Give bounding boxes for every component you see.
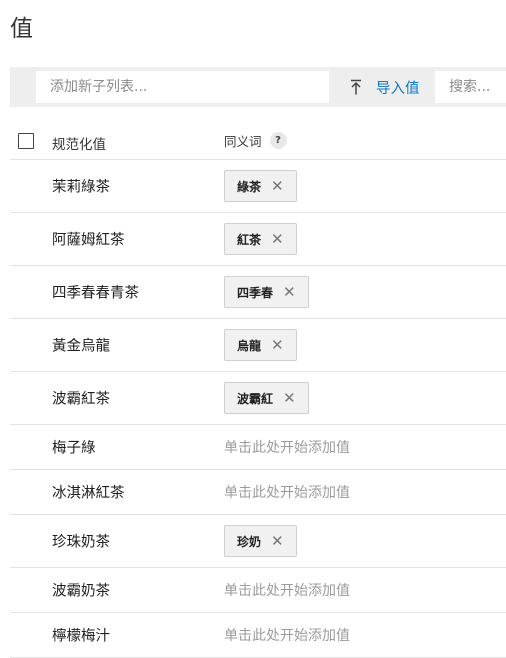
synonym-chip: 四季春 ✕ bbox=[224, 276, 309, 308]
table-header: 规范化值 同义词 ? bbox=[10, 123, 506, 160]
reference-value[interactable]: 檸檬梅汁 bbox=[52, 625, 110, 646]
page-title: 值 bbox=[10, 16, 33, 42]
synonyms-header: 同义词 ? bbox=[224, 131, 287, 150]
upload-arrow-icon bbox=[351, 79, 361, 95]
reference-value-header: 规范化值 bbox=[52, 137, 106, 153]
select-all-checkbox[interactable] bbox=[18, 133, 34, 149]
synonym-chip: 珍奶 ✕ bbox=[224, 525, 297, 557]
reference-value[interactable]: 黃金烏龍 bbox=[52, 335, 110, 356]
import-values-label: 导入值 bbox=[376, 80, 420, 97]
close-icon[interactable]: ✕ bbox=[271, 533, 284, 549]
table-row: 茉莉綠茶 綠茶 ✕ bbox=[10, 160, 506, 213]
toolbar: 导入值 bbox=[10, 67, 506, 107]
add-synonym-placeholder[interactable]: 单击此处开始添加值 bbox=[224, 580, 350, 600]
table-row: 珍珠奶茶 珍奶 ✕ bbox=[10, 515, 506, 568]
table-row: 梅子綠 单击此处开始添加值 bbox=[10, 425, 506, 470]
synonym-chip-label: 珍奶 bbox=[237, 534, 262, 549]
synonym-chip: 烏龍 ✕ bbox=[224, 329, 297, 361]
add-synonym-placeholder[interactable]: 单击此处开始添加值 bbox=[224, 482, 350, 502]
reference-value[interactable]: 波霸紅茶 bbox=[52, 388, 110, 409]
reference-value[interactable]: 梅子綠 bbox=[52, 437, 96, 458]
table-row: 波霸奶茶 单击此处开始添加值 bbox=[10, 568, 506, 613]
add-synonym-placeholder[interactable]: 单击此处开始添加值 bbox=[224, 625, 350, 645]
table-row: 阿薩姆紅茶 紅茶 ✕ bbox=[10, 213, 506, 266]
import-values-button[interactable]: 导入值 bbox=[350, 71, 420, 103]
close-icon[interactable]: ✕ bbox=[283, 390, 296, 406]
close-icon[interactable]: ✕ bbox=[271, 337, 284, 353]
reference-value[interactable]: 阿薩姆紅茶 bbox=[52, 229, 125, 250]
synonym-chip-label: 紅茶 bbox=[237, 232, 262, 247]
table-row: 黃金烏龍 烏龍 ✕ bbox=[10, 319, 506, 372]
synonyms-header-label: 同义词 bbox=[224, 134, 262, 149]
search-input[interactable] bbox=[435, 71, 506, 103]
table-row: 四季春春青茶 四季春 ✕ bbox=[10, 266, 506, 319]
table-row: 檸檬梅汁 单击此处开始添加值 bbox=[10, 613, 506, 658]
synonym-chip: 波霸紅 ✕ bbox=[224, 382, 309, 414]
reference-value[interactable]: 四季春春青茶 bbox=[52, 282, 139, 303]
table-row: 波霸紅茶 波霸紅 ✕ bbox=[10, 372, 506, 425]
synonym-chip-label: 綠茶 bbox=[237, 179, 262, 194]
add-synonym-placeholder[interactable]: 单击此处开始添加值 bbox=[224, 437, 350, 457]
table-row: 冰淇淋紅茶 单击此处开始添加值 bbox=[10, 470, 506, 515]
help-icon[interactable]: ? bbox=[269, 132, 287, 149]
values-table: 茉莉綠茶 綠茶 ✕ 阿薩姆紅茶 紅茶 ✕ 四季春春青茶 四季春 ✕ 黃金烏龍 烏… bbox=[10, 160, 506, 658]
synonym-chip: 綠茶 ✕ bbox=[224, 170, 297, 202]
synonym-chip-label: 四季春 bbox=[237, 285, 274, 300]
reference-value[interactable]: 珍珠奶茶 bbox=[52, 531, 110, 552]
synonym-chip-label: 波霸紅 bbox=[237, 391, 274, 406]
add-sublist-input[interactable] bbox=[36, 71, 329, 103]
close-icon[interactable]: ✕ bbox=[283, 284, 296, 300]
reference-value[interactable]: 冰淇淋紅茶 bbox=[52, 482, 125, 503]
reference-value[interactable]: 波霸奶茶 bbox=[52, 580, 110, 601]
reference-value[interactable]: 茉莉綠茶 bbox=[52, 176, 110, 197]
synonym-chip-label: 烏龍 bbox=[237, 338, 262, 353]
synonym-chip: 紅茶 ✕ bbox=[224, 223, 297, 255]
close-icon[interactable]: ✕ bbox=[271, 178, 284, 194]
close-icon[interactable]: ✕ bbox=[271, 231, 284, 247]
